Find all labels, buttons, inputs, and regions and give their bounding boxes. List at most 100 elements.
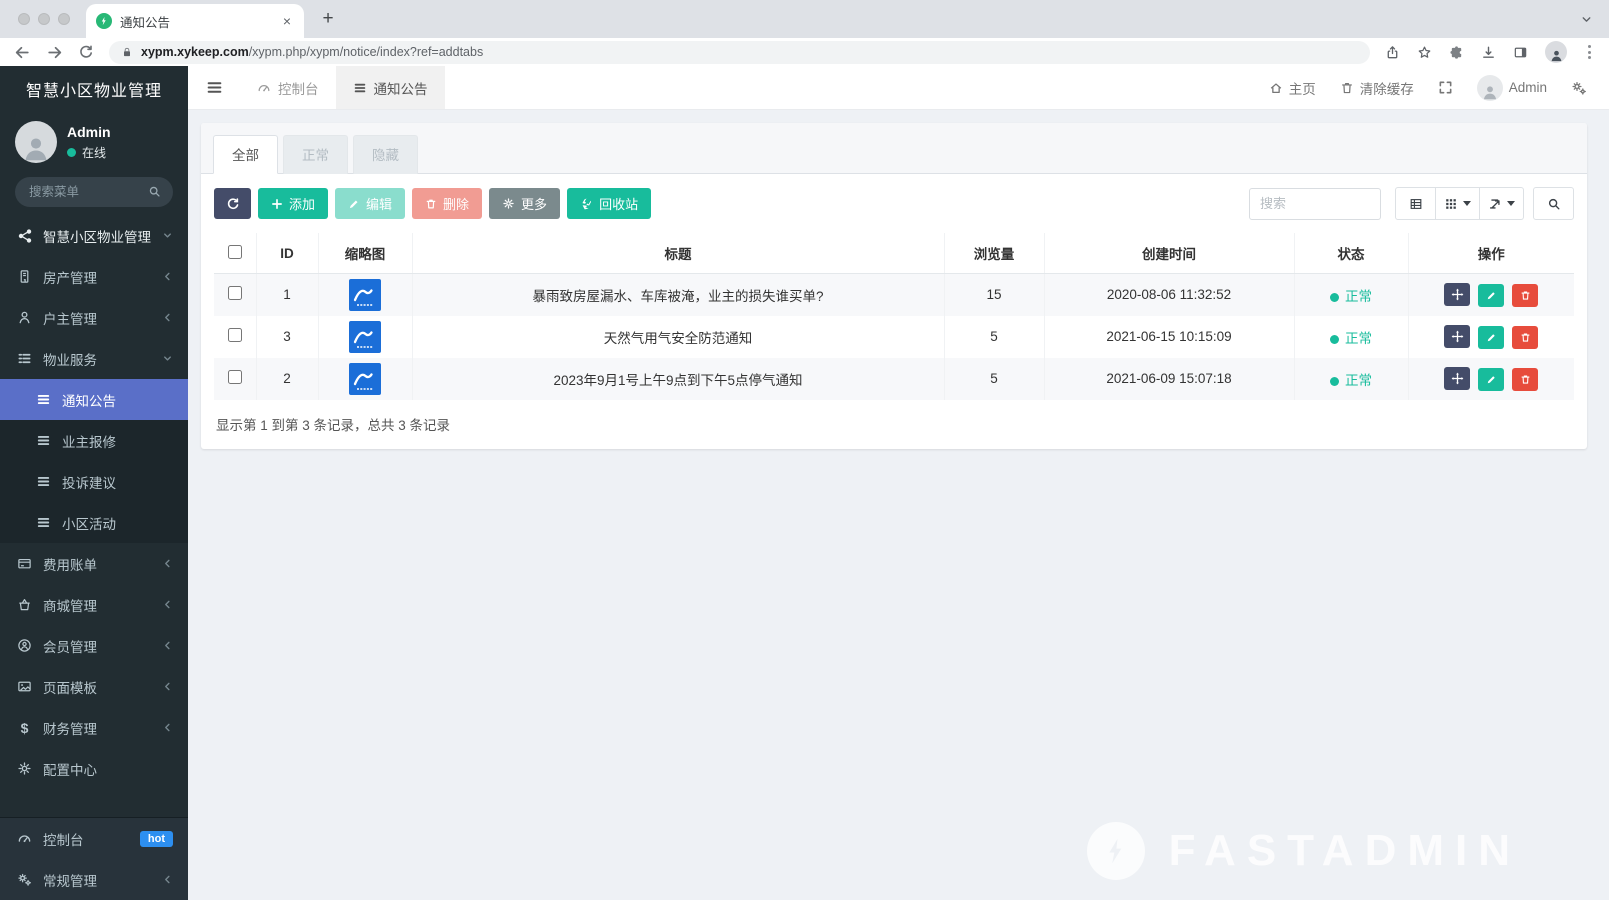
refresh-button[interactable] [214,188,251,219]
cogs-icon [15,872,34,887]
hot-badge: hot [140,831,173,847]
cell-title: 2023年9月1号上午9点到下午5点停气通知 [412,358,944,400]
forward-icon[interactable] [46,44,63,61]
top-navbar: 控制台 通知公告 主页 清除缓存 [188,66,1609,110]
toggle-view-table-icon[interactable] [1395,187,1436,220]
window-minimize-button[interactable] [38,13,50,25]
more-button[interactable]: 更多 [489,188,560,219]
drag-sort-button[interactable] [1444,325,1470,348]
share-nodes-icon [15,228,34,244]
back-icon[interactable] [14,44,31,61]
filter-tab-all[interactable]: 全部 [213,135,278,174]
browser-tab[interactable]: 通知公告 × [86,4,304,38]
sidebar-item-activity[interactable]: 小区活动 [0,502,188,543]
browser-profile-avatar[interactable] [1545,41,1567,63]
add-button[interactable]: 添加 [258,188,328,219]
person-icon [15,310,34,325]
browser-menu-kebab-icon[interactable] [1584,45,1595,59]
advanced-search-button[interactable] [1533,187,1574,220]
table-search-input[interactable] [1249,188,1381,220]
sidebar-item-notice[interactable]: 通知公告 [0,379,188,420]
sidebar-item-finance[interactable]: $ 财务管理 [0,707,188,748]
sidebar-toggle-hamburger-icon[interactable] [188,66,240,109]
drag-sort-button[interactable] [1444,367,1470,390]
settings-cogs-icon[interactable] [1571,80,1587,96]
sidebar-item-billing[interactable]: 费用账单 [0,543,188,584]
select-all-checkbox[interactable] [228,245,242,259]
header-thumbnail: 缩略图 [318,233,412,274]
filter-tab-hidden[interactable]: 隐藏 [353,135,418,174]
download-icon[interactable] [1481,45,1496,60]
lock-icon[interactable] [121,46,133,58]
export-dropdown-button[interactable] [1480,187,1524,220]
row-delete-button[interactable] [1512,284,1538,307]
chevron-down-icon [162,230,173,241]
drag-sort-button[interactable] [1444,283,1470,306]
tab-search-chevron-icon[interactable] [1580,13,1593,26]
home-link[interactable]: 主页 [1269,78,1316,98]
row-delete-button[interactable] [1512,368,1538,391]
row-checkbox[interactable] [228,286,242,300]
bookmark-star-icon[interactable] [1417,45,1432,60]
sidebar-item-complaint[interactable]: 投诉建议 [0,461,188,502]
window-controls[interactable] [0,13,86,25]
row-edit-button[interactable] [1478,368,1504,391]
status-badge: 正常 [1294,274,1408,316]
header-actions: 操作 [1408,233,1574,274]
header-title: 标题 [412,233,944,274]
row-delete-button[interactable] [1512,326,1538,349]
thumbnail-image[interactable] [349,279,381,311]
admin-user-menu[interactable]: Admin [1477,75,1547,101]
reload-icon[interactable] [78,44,94,60]
row-edit-button[interactable] [1478,326,1504,349]
window-close-button[interactable] [18,13,30,25]
status-dot-icon [1330,377,1339,386]
thumbnail-image[interactable] [349,321,381,353]
sidebar-item-config-center[interactable]: 配置中心 [0,748,188,789]
notice-table: ID 缩略图 标题 浏览量 创建时间 状态 操作 [214,233,1574,400]
nav-tab-notice[interactable]: 通知公告 [336,66,445,109]
sidebar-item-repair[interactable]: 业主报修 [0,420,188,461]
menu-search [15,177,173,207]
thumbnail-image[interactable] [349,363,381,395]
url-bar[interactable]: xypm.xykeep.com/xypm.php/xypm/notice/ind… [109,41,1370,64]
gear-icon [15,761,34,776]
tab-close-icon[interactable]: × [280,13,294,29]
window-zoom-button[interactable] [58,13,70,25]
recycle-bin-button[interactable]: 回收站 [567,188,651,219]
status-badge: 正常 [1294,316,1408,358]
sidebar-item-page-template[interactable]: 页面模板 [0,666,188,707]
columns-dropdown-button[interactable] [1436,187,1480,220]
sidebar-item-mall[interactable]: 商城管理 [0,584,188,625]
building-icon [15,269,34,284]
browser-toolbar: xypm.xykeep.com/xypm.php/xypm/notice/ind… [0,38,1609,66]
tab-title: 通知公告 [120,12,272,31]
nav-tab-dashboard[interactable]: 控制台 [240,66,336,109]
edit-button[interactable]: 编辑 [335,188,405,219]
sidebar-item-property-services[interactable]: 物业服务 [0,338,188,379]
side-panel-icon[interactable] [1513,45,1528,60]
person-circle-icon [15,638,34,653]
caret-down-icon [1463,201,1471,206]
sidebar-item-owner-management[interactable]: 户主管理 [0,297,188,338]
row-actions [1408,274,1574,316]
row-checkbox[interactable] [228,370,242,384]
sidebar-item-members[interactable]: 会员管理 [0,625,188,666]
row-checkbox[interactable] [228,328,242,342]
filter-tab-normal[interactable]: 正常 [283,135,348,174]
clear-cache-button[interactable]: 清除缓存 [1340,78,1414,98]
search-icon [148,185,161,198]
sidebar-bottom-menu: 控制台 hot 常规管理 [0,817,188,900]
share-icon[interactable] [1385,45,1400,60]
extensions-puzzle-icon[interactable] [1449,45,1464,60]
list-bars-icon [34,474,53,489]
new-tab-button[interactable]: + [314,5,342,33]
chevron-left-icon [162,599,173,610]
sidebar-item-property-management[interactable]: 房产管理 [0,256,188,297]
sidebar-item-smart-community[interactable]: 智慧小区物业管理 [0,215,188,256]
delete-button[interactable]: 删除 [412,188,482,219]
sidebar-item-dashboard[interactable]: 控制台 hot [0,818,188,859]
sidebar-item-general-management[interactable]: 常规管理 [0,859,188,900]
fullscreen-expand-icon[interactable] [1438,80,1453,95]
row-edit-button[interactable] [1478,284,1504,307]
